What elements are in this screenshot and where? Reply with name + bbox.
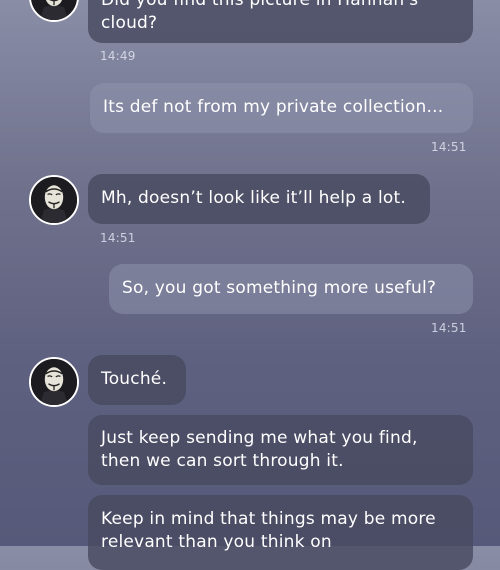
message-bubble-incoming[interactable]: Just keep sending me what you find, then… [88, 415, 473, 485]
message-timestamp: 14:51 [100, 231, 136, 245]
message-text: Did you find this picture in Hannah's cl… [101, 0, 419, 33]
message-text: Mh, doesn’t look like it’ll help a lot. [101, 188, 406, 208]
contact-avatar[interactable] [29, 0, 79, 22]
message-timestamp: 14:49 [100, 49, 136, 63]
message-timestamp: 14:51 [431, 321, 467, 335]
mask-avatar-icon [31, 359, 77, 405]
message-text: Its def not from my private collection..… [103, 97, 444, 117]
message-bubble-incoming[interactable]: Mh, doesn’t look like it’ll help a lot. [88, 174, 430, 224]
mask-avatar-icon [31, 0, 77, 20]
message-text: Touché. [101, 369, 168, 389]
message-bubble-outgoing[interactable]: Its def not from my private collection..… [90, 83, 473, 133]
message-text: So, you got something more useful? [122, 278, 437, 298]
contact-avatar[interactable] [29, 175, 79, 225]
message-bubble-incoming[interactable]: Touché. [88, 355, 186, 405]
message-timestamp: 14:51 [431, 140, 467, 154]
chat-conversation: Did you find this picture in Hannah's cl… [0, 0, 500, 570]
contact-avatar[interactable] [29, 357, 79, 407]
message-bubble-incoming[interactable]: Did you find this picture in Hannah's cl… [88, 0, 473, 43]
message-bubble-outgoing[interactable]: So, you got something more useful? [109, 264, 473, 314]
message-bubble-incoming[interactable]: Keep in mind that things may be more rel… [88, 495, 473, 570]
mask-avatar-icon [31, 177, 77, 223]
message-text: Just keep sending me what you find, then… [101, 428, 418, 471]
